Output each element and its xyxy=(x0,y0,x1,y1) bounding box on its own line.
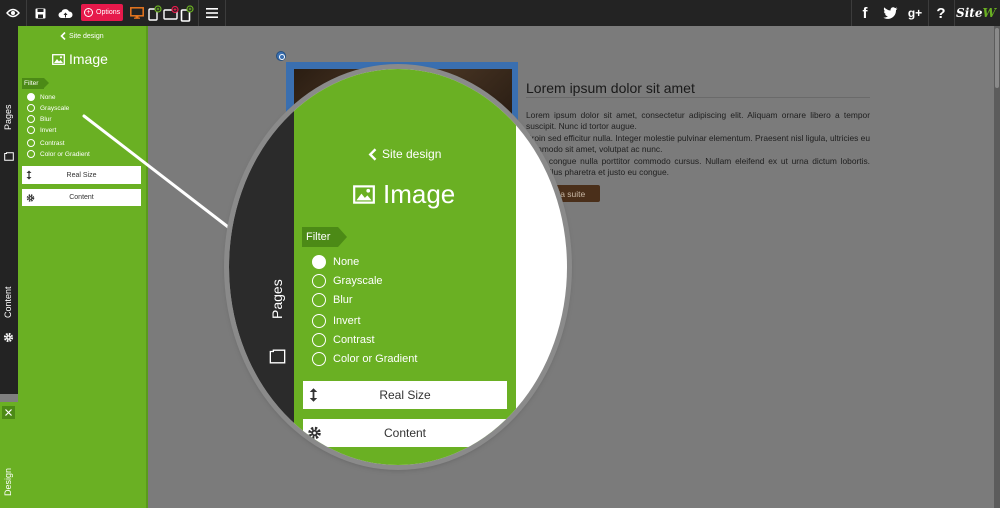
zoom-filter-option-invert: Invert xyxy=(312,314,361,328)
article-body: Lorem ipsum dolor sit amet, consectetur … xyxy=(526,110,870,178)
eye-icon[interactable] xyxy=(0,0,26,26)
filter-option-invert[interactable]: Invert xyxy=(27,126,56,134)
zoom-back-link: Site design xyxy=(368,147,441,161)
desktop-icon[interactable] xyxy=(127,0,147,26)
radio-icon xyxy=(312,293,326,307)
tab-pages[interactable]: Pages xyxy=(3,104,13,130)
tablet-portrait-icon[interactable] xyxy=(163,0,179,26)
pages-square-icon[interactable] xyxy=(4,148,14,166)
panel-title: Image xyxy=(52,51,108,67)
image-icon xyxy=(52,53,65,65)
real-size-button[interactable]: Real Size xyxy=(22,166,141,184)
design-panel: Site design Image Filter .panel .filter-… xyxy=(18,26,146,508)
twitter-icon[interactable] xyxy=(878,0,902,26)
left-rail: Pages Content xyxy=(0,26,18,394)
facebook-icon[interactable]: f xyxy=(852,0,878,26)
zoom-gear-icon xyxy=(308,426,321,440)
cloud-upload-icon[interactable] xyxy=(52,0,78,26)
menu-icon[interactable] xyxy=(200,0,224,26)
radio-icon xyxy=(27,150,35,158)
zoom-image-icon xyxy=(353,185,375,204)
radio-icon xyxy=(312,274,326,288)
zoom-filter-label: Filter xyxy=(302,227,347,247)
gear-icon[interactable] xyxy=(3,330,14,348)
article-title: Lorem ipsum dolor sit amet xyxy=(526,80,695,96)
filter-option-grayscale[interactable]: Grayscale xyxy=(27,104,69,112)
chevron-left-icon xyxy=(60,32,66,40)
gear-icon xyxy=(26,193,35,202)
filter-option-blur[interactable]: Blur xyxy=(27,115,52,123)
zoom-content-button: Content xyxy=(303,419,507,447)
close-icon[interactable] xyxy=(2,406,15,419)
mobile-icon[interactable] xyxy=(179,0,195,26)
zoom-magnifier: Pages Site design Image Filter None Gray… xyxy=(229,69,567,465)
zoom-filter-option-grayscale: Grayscale xyxy=(312,274,383,288)
zoom-filter-option-contrast: Contrast xyxy=(312,333,375,347)
content-button[interactable]: Content xyxy=(22,189,141,206)
options-button[interactable]: + Options xyxy=(81,4,123,21)
filter-option-color-gradient[interactable]: Color or Gradient xyxy=(27,150,90,158)
tab-content[interactable]: Content xyxy=(3,286,13,318)
zoom-filter-option-blur: Blur xyxy=(312,293,353,307)
zoom-vertical-resize-icon xyxy=(309,388,318,402)
filter-option-contrast[interactable]: Contrast xyxy=(27,139,65,147)
google-plus-icon[interactable]: g+ xyxy=(902,0,928,26)
help-icon[interactable]: ? xyxy=(929,0,953,26)
tablet-landscape-icon[interactable] xyxy=(147,0,163,26)
radio-icon xyxy=(312,314,326,328)
radio-icon xyxy=(27,139,35,147)
plus-icon: + xyxy=(84,8,93,17)
back-link[interactable]: Site design xyxy=(60,32,104,40)
tab-design[interactable]: Design xyxy=(3,468,13,496)
zoom-chevron-left-icon xyxy=(368,147,377,161)
radio-selected-icon xyxy=(27,93,35,101)
filter-option-none[interactable]: None xyxy=(27,93,56,101)
divider xyxy=(526,97,870,98)
zoom-filter-option-color-gradient: Color or Gradient xyxy=(312,352,417,366)
vertical-resize-icon xyxy=(26,170,32,180)
radio-icon xyxy=(312,333,326,347)
rotate-handle-icon[interactable] xyxy=(276,51,286,61)
filter-label: Filter xyxy=(22,78,49,89)
radio-icon xyxy=(27,115,35,123)
radio-icon xyxy=(312,352,326,366)
zoom-filter-option-none: None xyxy=(312,255,359,269)
sitew-logo[interactable]: SiteW xyxy=(956,0,996,26)
radio-icon xyxy=(27,126,35,134)
zoom-real-size-button: Real Size xyxy=(303,381,507,409)
zoom-pages-square-icon xyxy=(269,349,286,369)
top-toolbar: + Options f g+ ? SiteW xyxy=(0,0,1000,26)
canvas-scrollbar[interactable] xyxy=(994,26,1000,508)
radio-selected-icon xyxy=(312,255,326,269)
tab-design-area: Design xyxy=(0,402,18,508)
zoom-panel-title: Image xyxy=(353,179,455,210)
radio-icon xyxy=(27,104,35,112)
save-icon[interactable] xyxy=(28,0,52,26)
zoom-tab-pages: Pages xyxy=(269,279,285,319)
